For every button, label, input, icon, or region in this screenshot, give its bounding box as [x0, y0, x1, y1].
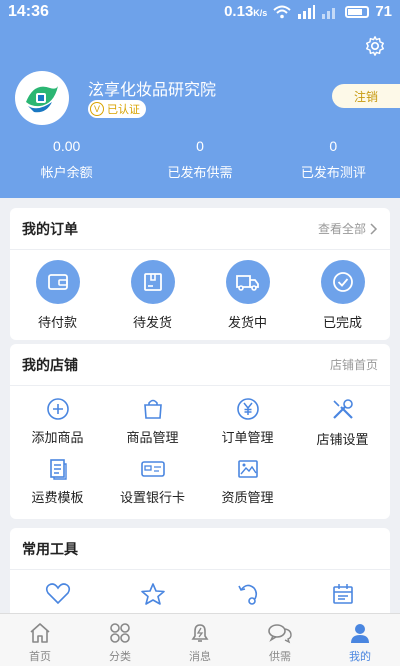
add-product-button[interactable]: 添加商品 [10, 386, 105, 446]
battery-level: 71 [375, 3, 392, 20]
home-icon [30, 623, 50, 643]
stat-supply-demand[interactable]: 0 已发布供需 [133, 138, 266, 181]
tools-title: 常用工具 [22, 540, 78, 557]
star-icon [140, 583, 165, 605]
shop-home-link[interactable]: 店铺首页 [330, 356, 378, 373]
status-bar: 14:36 0.13K/s 71 [0, 0, 400, 26]
network-speed: 0.13K/s [224, 3, 268, 20]
status-time: 14:36 [8, 3, 49, 20]
order-completed[interactable]: 已完成 [295, 250, 390, 340]
wallet-icon [47, 274, 68, 290]
shop-card: 我的店铺 店铺首页 添加商品 商品管理 订单管理 店铺设置 运费模板 设置银行卡 [10, 344, 390, 519]
gear-icon[interactable] [364, 35, 386, 57]
chat-icon [268, 624, 292, 644]
nav-category[interactable]: 分类 [80, 614, 160, 666]
shop-settings-button[interactable]: 店铺设置 [295, 386, 390, 447]
profile-header: 14:36 0.13K/s 71 泫享化妆品研究院 V 已认证 注销 0.00 … [0, 0, 400, 198]
tool-refresh[interactable] [200, 570, 295, 610]
refresh-icon [237, 584, 257, 605]
bell-icon [191, 624, 209, 642]
order-management-button[interactable]: 订单管理 [200, 386, 295, 446]
stat-reviews[interactable]: 0 已发布测评 [267, 138, 400, 181]
stat-balance[interactable]: 0.00 帐户余额 [0, 138, 133, 181]
verified-icon: V [90, 102, 104, 116]
bank-card-icon [140, 461, 165, 477]
shop-name: 泫享化妆品研究院 [88, 82, 217, 99]
avatar[interactable] [15, 71, 69, 125]
check-circle-icon [332, 272, 353, 292]
truck-icon [235, 275, 259, 291]
set-bank-card-button[interactable]: 设置银行卡 [105, 446, 200, 506]
order-pending-shipment[interactable]: 待发货 [105, 250, 200, 340]
shop-logo-icon [26, 86, 58, 113]
order-shipping[interactable]: 发货中 [200, 250, 295, 340]
account-stats: 0.00 帐户余额 0 已发布供需 0 已发布测评 [0, 138, 400, 181]
orders-title: 我的订单 [22, 220, 78, 237]
nav-mine[interactable]: 我的 [320, 614, 400, 666]
document-icon [49, 459, 67, 480]
calendar-icon [332, 584, 353, 604]
signal-icon-2 [322, 7, 336, 19]
shopping-bag-icon [143, 399, 162, 419]
bottom-navigation: 首页 分类 消息 供需 我的 [0, 613, 400, 666]
user-icon [351, 624, 369, 643]
nav-messages[interactable]: 消息 [160, 614, 240, 666]
category-icon [110, 623, 130, 643]
wifi-icon [273, 5, 291, 18]
nav-home[interactable]: 首页 [0, 614, 80, 666]
heart-icon [45, 583, 70, 605]
shipping-template-button[interactable]: 运费模板 [10, 446, 105, 506]
view-all-orders-link[interactable]: 查看全部 [318, 220, 378, 237]
yen-icon [236, 398, 259, 420]
nav-supply-demand[interactable]: 供需 [240, 614, 320, 666]
signal-icon [298, 4, 316, 19]
tool-star[interactable] [105, 570, 200, 610]
tool-favorites[interactable] [10, 570, 105, 610]
verified-badge: V 已认证 [88, 100, 146, 118]
battery-icon [345, 5, 370, 18]
shop-title: 我的店铺 [22, 356, 78, 373]
qualification-management-button[interactable]: 资质管理 [200, 446, 295, 506]
orders-card: 我的订单 查看全部 待付款 待发货 发货中 已完成 [10, 208, 390, 340]
plus-circle-icon [46, 398, 69, 420]
tools-icon [332, 399, 353, 419]
logout-button[interactable]: 注销 [332, 84, 400, 108]
tool-calendar[interactable] [295, 570, 390, 610]
chevron-right-icon [370, 222, 378, 235]
package-icon [143, 273, 162, 291]
image-icon [237, 460, 258, 478]
product-management-button[interactable]: 商品管理 [105, 386, 200, 446]
order-pending-payment[interactable]: 待付款 [10, 250, 105, 340]
